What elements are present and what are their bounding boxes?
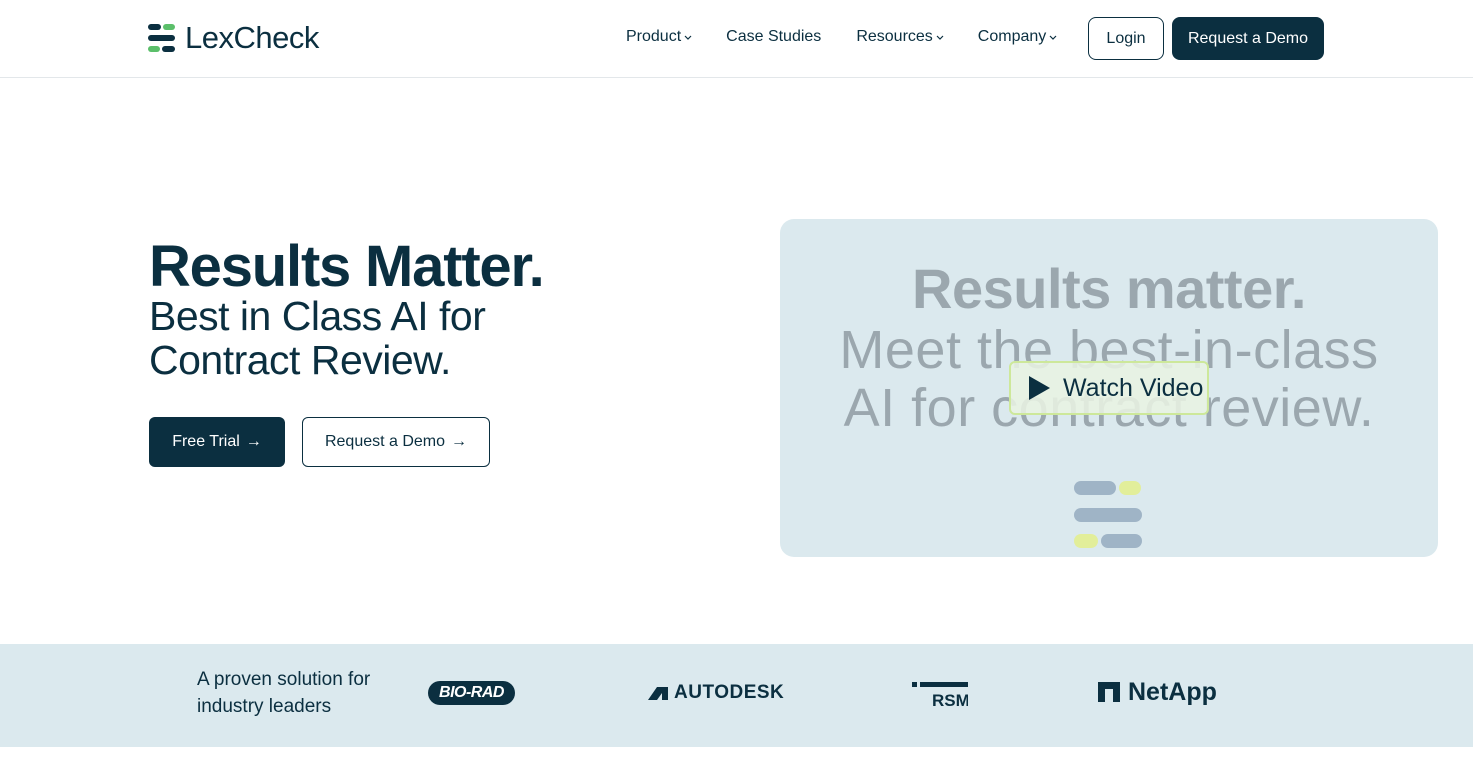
hero-subtitle: Best in Class AI for Contract Review. xyxy=(149,293,486,383)
watch-video-label: Watch Video xyxy=(1063,373,1204,402)
hero-title: Results Matter. xyxy=(149,234,545,299)
client-logos-strip: A proven solution for industry leaders B… xyxy=(0,644,1473,747)
logo-text: LexCheck xyxy=(185,20,319,55)
lexcheck-logo[interactable]: LexCheck xyxy=(148,22,319,54)
nav-item-label: Product xyxy=(626,28,682,45)
request-demo-button[interactable]: Request a Demo xyxy=(1172,17,1324,60)
chevron-down-icon xyxy=(1049,35,1057,40)
nav-item-label: Case Studies xyxy=(726,28,822,45)
chevron-down-icon xyxy=(936,35,944,40)
lexcheck-logo-icon xyxy=(148,24,175,52)
video-card[interactable]: Results matter. Meet the best-in-class A… xyxy=(780,219,1438,557)
request-demo-label: Request a Demo xyxy=(324,433,446,450)
nav-item-company[interactable]: Company xyxy=(978,26,1057,48)
rsm-logo: RSM xyxy=(912,680,968,708)
autodesk-logo-text: AUTODESK xyxy=(674,682,785,703)
hero-request-demo-button[interactable]: Request a Demo → xyxy=(302,417,490,467)
main-nav: Product Case Studies Resources Company xyxy=(626,26,1057,48)
rsm-logo-mark: RSM xyxy=(912,682,968,708)
lexcheck-logo-icon xyxy=(1074,481,1144,551)
site-header: LexCheck Product Case Studies Resources … xyxy=(0,0,1473,78)
nav-item-case-studies[interactable]: Case Studies xyxy=(726,26,821,48)
arrow-right-icon: → xyxy=(451,433,468,450)
login-button[interactable]: Login xyxy=(1088,17,1164,60)
play-icon xyxy=(1029,376,1050,400)
biorad-logo: BIO-RAD xyxy=(428,681,515,705)
netapp-logo: NetApp xyxy=(1098,678,1217,706)
chevron-down-icon xyxy=(684,35,692,40)
video-title: Results matter. xyxy=(912,257,1307,320)
nav-item-label: Company xyxy=(977,28,1047,45)
netapp-icon xyxy=(1098,682,1120,702)
free-trial-label: Free Trial xyxy=(172,433,240,450)
autodesk-icon xyxy=(648,687,668,700)
nav-item-label: Resources xyxy=(856,28,933,45)
watch-video-button[interactable]: Watch Video xyxy=(1009,361,1209,415)
netapp-logo-text: NetApp xyxy=(1128,677,1217,706)
arrow-right-icon: → xyxy=(245,433,262,450)
nav-item-resources[interactable]: Resources xyxy=(856,26,944,48)
autodesk-logo: AUTODESK xyxy=(648,682,784,704)
nav-item-product[interactable]: Product xyxy=(626,26,692,48)
free-trial-button[interactable]: Free Trial → xyxy=(149,417,285,467)
rsm-logo-text: RSM xyxy=(932,691,968,708)
client-tagline: A proven solution for industry leaders xyxy=(197,669,371,717)
biorad-logo-text: BIO-RAD xyxy=(439,684,504,701)
